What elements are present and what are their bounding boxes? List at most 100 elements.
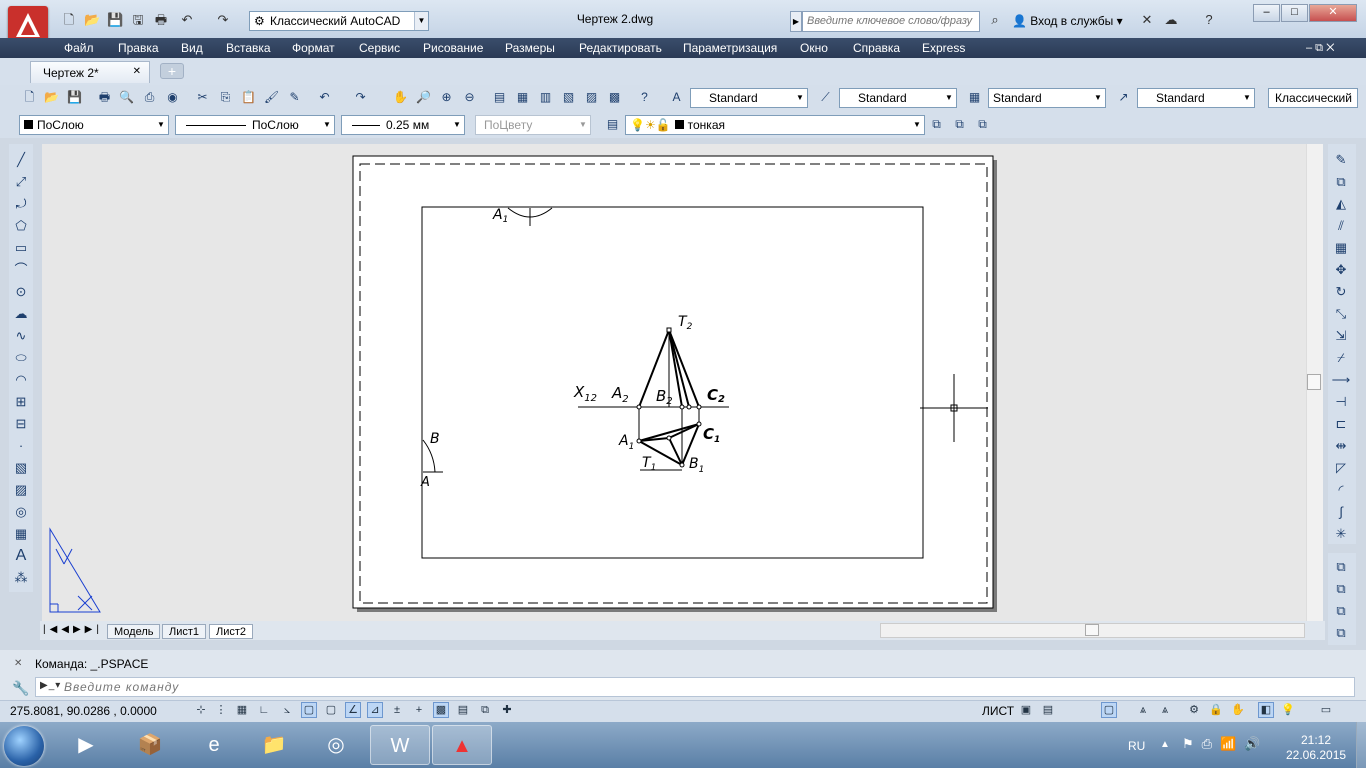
table-icon[interactable]: ▦ — [11, 524, 31, 544]
make-block-icon[interactable]: ⊟ — [11, 414, 31, 434]
mleader-style-select[interactable]: Standard ▼ — [1137, 88, 1255, 108]
otrack-icon[interactable]: ∠ — [345, 702, 361, 718]
login-button[interactable]: 👤 Вход в службы ▾ — [1012, 14, 1123, 28]
revision-cloud-icon[interactable]: ☁ — [11, 304, 31, 324]
menu-insert[interactable]: Вставка — [226, 38, 271, 58]
paste-icon[interactable]: 📋 — [240, 89, 257, 106]
new-icon[interactable]: 🗋 — [21, 89, 38, 106]
design-center-icon[interactable]: ▦ — [514, 89, 531, 106]
matchprop-icon[interactable]: 🖌 — [263, 89, 280, 106]
preview-icon[interactable]: 🔍 — [118, 89, 135, 106]
calculator-icon[interactable]: ▩ — [606, 89, 623, 106]
dim-style-icon[interactable]: ⟋ — [817, 89, 834, 106]
tray-expand-icon[interactable]: ▲ — [1160, 739, 1170, 750]
quick-properties-icon[interactable]: ▤ — [455, 702, 471, 718]
snap-mode-icon[interactable]: ⋮ — [213, 702, 229, 718]
tab-model[interactable]: Модель — [107, 624, 161, 639]
array-icon[interactable]: ▦ — [1331, 238, 1351, 258]
gradient-icon[interactable]: ▨ — [11, 480, 31, 500]
menu-express[interactable]: Express — [922, 38, 965, 58]
break-at-point-icon[interactable]: ⊣ — [1331, 392, 1351, 412]
redo-icon[interactable]: ↷ — [352, 89, 369, 106]
copy-icon[interactable]: ⎘ — [217, 89, 234, 106]
break-icon[interactable]: ⊏ — [1331, 414, 1351, 434]
annotation-scale-icon[interactable]: ⩓ — [1135, 702, 1151, 718]
offset-icon[interactable]: ⫽ — [1331, 216, 1351, 236]
tab-layout2[interactable]: Лист2 — [209, 624, 254, 639]
cut-icon[interactable]: ✂ — [194, 89, 211, 106]
search-input[interactable]: Введите ключевое слово/фразу — [802, 11, 980, 32]
quick-view-layouts-icon[interactable]: ▣ — [1018, 702, 1034, 718]
table-style-select[interactable]: Standard ▼ — [988, 88, 1106, 108]
space-toggle[interactable]: ЛИСТ — [982, 704, 1014, 718]
save-icon[interactable]: 💾 — [106, 11, 124, 29]
trim-icon[interactable]: ⌿ — [1331, 348, 1351, 368]
wrench-icon[interactable]: 🔧 — [12, 680, 29, 697]
menu-help[interactable]: Справка — [853, 38, 900, 58]
menu-view[interactable]: Вид — [181, 38, 203, 58]
language-indicator[interactable]: RU — [1128, 739, 1145, 753]
ortho-icon[interactable]: ∟ — [256, 702, 272, 718]
file-tab[interactable]: Чертеж 2* ✕ — [30, 61, 150, 83]
circle-icon[interactable]: ⊙ — [11, 282, 31, 302]
region-icon[interactable]: ◎ — [11, 502, 31, 522]
construction-line-icon[interactable]: ⤢ — [11, 172, 31, 192]
menu-file[interactable]: Файл — [64, 38, 94, 58]
zoom-previous-icon[interactable]: ⊖ — [461, 89, 478, 106]
move-icon[interactable]: ✥ — [1331, 260, 1351, 280]
3d-dwf-icon[interactable]: ◉ — [164, 89, 181, 106]
extend-icon[interactable]: ⟶ — [1331, 370, 1351, 390]
show-desktop-button[interactable] — [1356, 722, 1366, 768]
plot-icon[interactable]: 🖶 — [96, 89, 113, 106]
properties-icon[interactable]: ▤ — [491, 89, 508, 106]
redo-icon[interactable]: ↷ — [214, 11, 232, 29]
new-icon[interactable]: 🗋 — [60, 11, 78, 29]
join-icon[interactable]: ⇹ — [1331, 436, 1351, 456]
rectangle-icon[interactable]: ▭ — [11, 238, 31, 258]
binoculars-icon[interactable]: ⌕ — [986, 11, 1004, 29]
ducs-icon[interactable]: ⊿ — [367, 702, 383, 718]
lineweight-icon[interactable]: + — [411, 702, 427, 718]
mirror-icon[interactable]: ◭ — [1331, 194, 1351, 214]
maximize-viewport-icon[interactable]: ▢ — [1101, 702, 1117, 718]
isolate-objects-icon[interactable]: ◧ — [1258, 702, 1274, 718]
annotation-monitor-icon[interactable]: ✚ — [499, 702, 515, 718]
horizontal-scroll-thumb[interactable] — [1085, 624, 1099, 636]
menu-format[interactable]: Формат — [292, 38, 335, 58]
polar-icon[interactable]: ⦣ — [279, 702, 295, 718]
installer-icon[interactable]: 📦 — [120, 725, 180, 765]
hatch-icon[interactable]: ▧ — [11, 458, 31, 478]
workspace-select[interactable]: ⚙ Классический AutoCAD ▼ — [249, 11, 429, 31]
copy-object-icon[interactable]: ⧉ — [1331, 172, 1351, 192]
drawing-canvas[interactable]: T2 X12 A2 B2 C2 A1 C1 T1 B1 A1 B A — [42, 144, 1323, 621]
workspace-switch-icon[interactable]: ⚙ — [1186, 702, 1202, 718]
block-editor-icon[interactable]: ✎ — [286, 89, 303, 106]
start-button[interactable] — [4, 726, 44, 766]
layer-states-icon[interactable]: ⧉ — [974, 116, 991, 133]
zoom-window-icon[interactable]: ⊕ — [438, 89, 455, 106]
text-style-icon[interactable]: A — [668, 89, 685, 106]
infer-constraints-icon[interactable]: ⊹ — [193, 702, 209, 718]
zoom-realtime-icon[interactable]: 🔎 — [415, 89, 432, 106]
autocad-taskbar-icon[interactable]: ▲ — [432, 725, 492, 765]
3d-osnap-icon[interactable]: ▢ — [323, 702, 339, 718]
layer-manager-icon[interactable]: ▤ — [604, 116, 621, 133]
save-icon[interactable]: 💾 — [66, 89, 83, 106]
menu-window[interactable]: Окно — [800, 38, 828, 58]
ellipse-arc-icon[interactable]: ◠ — [11, 370, 31, 390]
spline-icon[interactable]: ∿ — [11, 326, 31, 346]
word-icon[interactable]: W — [370, 725, 430, 765]
table-style-icon[interactable]: ▦ — [966, 89, 983, 106]
send-to-back-icon[interactable]: ⧉ — [1331, 579, 1351, 599]
internet-explorer-icon[interactable]: e — [184, 725, 244, 765]
command-prompt-icon[interactable]: ▶_▾ — [40, 680, 61, 691]
undo-icon[interactable]: ↶ — [178, 11, 196, 29]
polygon-icon[interactable]: ⬠ — [11, 216, 31, 236]
annotation-visibility-icon[interactable]: ⩓ — [1157, 702, 1173, 718]
saveas-icon[interactable]: 🖫 — [129, 11, 147, 29]
system-clock[interactable]: 21:12 22.06.2015 — [1286, 733, 1346, 763]
send-under-icon[interactable]: ⧉ — [1331, 623, 1351, 643]
close-icon[interactable]: ✕ — [14, 658, 22, 669]
transparency-icon[interactable]: ▩ — [433, 702, 449, 718]
chamfer-icon[interactable]: ◸ — [1331, 458, 1351, 478]
